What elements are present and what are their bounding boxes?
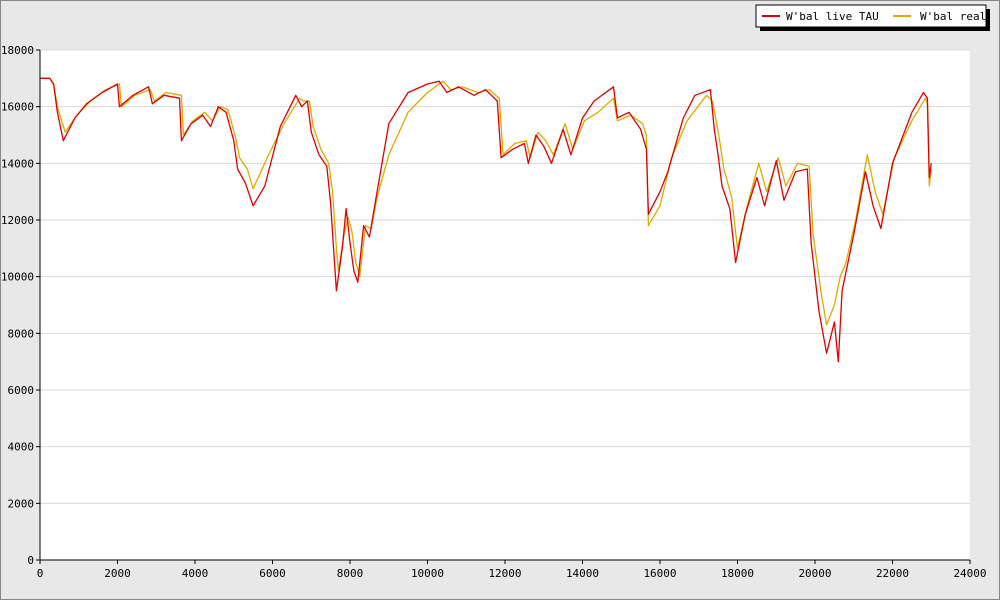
x-tick-label: 14000 [566,567,599,580]
legend-label-live-tau: W'bal live TAU [786,10,879,23]
x-tick-label: 10000 [411,567,444,580]
y-tick-label: 12000 [1,214,34,227]
x-tick-label: 22000 [876,567,909,580]
legend: W'bal live TAU W'bal real [755,4,990,31]
x-tick-label: 18000 [721,567,754,580]
legend-label-real: W'bal real [920,10,986,23]
x-tick-label: 2000 [104,567,131,580]
y-tick-label: 16000 [1,101,34,114]
y-tick-label: 2000 [8,497,35,510]
x-tick-label: 8000 [337,567,364,580]
x-tick-label: 24000 [953,567,986,580]
x-tick-label: 16000 [643,567,676,580]
x-tick-label: 0 [37,567,44,580]
x-tick-label: 6000 [259,567,286,580]
x-tick-label: 4000 [182,567,209,580]
y-tick-label: 14000 [1,157,34,170]
x-tick-label: 20000 [798,567,831,580]
y-tick-label: 8000 [8,327,35,340]
plot-area [40,50,970,560]
y-tick-label: 18000 [1,44,34,57]
y-tick-label: 6000 [8,384,35,397]
y-tick-label: 4000 [8,441,35,454]
y-tick-label: 0 [27,554,34,567]
y-tick-label: 10000 [1,271,34,284]
line-chart: 0 2000 4000 6000 8000 10000 12000 14000 16000 180… [0,0,1000,600]
x-tick-label: 12000 [488,567,521,580]
